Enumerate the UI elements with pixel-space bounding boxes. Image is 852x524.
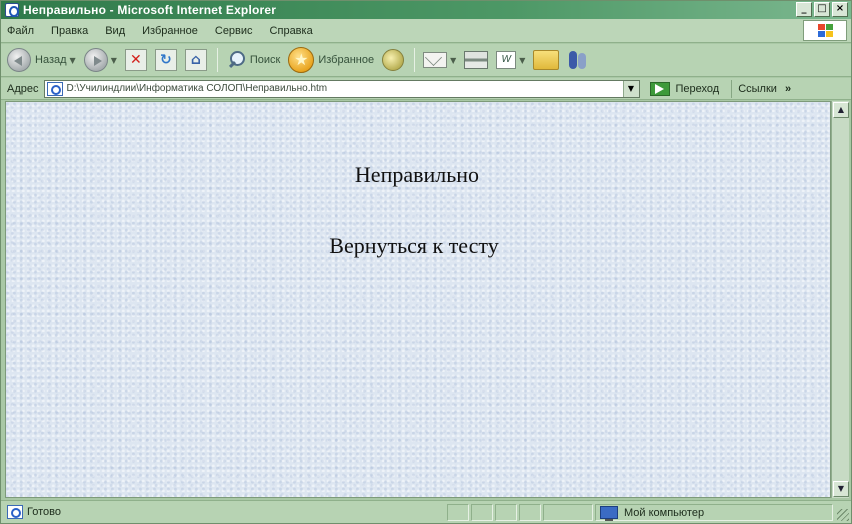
back-to-test-link[interactable]: Вернуться к тесту <box>329 233 498 258</box>
print-button[interactable] <box>464 51 489 69</box>
page-heading: Неправильно <box>354 162 480 187</box>
menu-view[interactable]: Вид <box>105 25 125 37</box>
search-button[interactable]: Поиск <box>226 50 280 70</box>
go-arrow-icon <box>649 81 670 96</box>
menu-file[interactable]: Файл <box>7 25 34 37</box>
page-status-icon <box>7 505 23 519</box>
go-button[interactable]: Переход <box>649 81 720 96</box>
stop-button[interactable]: ✕ <box>124 49 147 71</box>
status-panel <box>495 504 517 521</box>
search-icon <box>226 50 246 70</box>
address-separator <box>731 79 733 98</box>
forward-button[interactable]: ▼ <box>83 48 117 72</box>
close-button[interactable]: × <box>832 2 848 17</box>
security-zone: Мой компьютер <box>595 504 833 521</box>
toolbar-separator <box>414 48 416 72</box>
menu-bar: Файл Правка Вид Избранное Сервис Справка <box>1 19 851 43</box>
refresh-icon: ↻ <box>154 49 177 71</box>
status-panel <box>543 504 593 521</box>
status-panel <box>519 504 541 521</box>
minimize-button[interactable]: _ <box>796 2 812 17</box>
back-to-test-container: Вернуться к тесту <box>1 233 827 259</box>
status-panel <box>471 504 493 521</box>
stop-icon: ✕ <box>124 49 147 71</box>
scroll-up-icon[interactable]: ▲ <box>833 102 849 118</box>
home-icon: ⌂ <box>184 49 207 71</box>
links-chevron-icon[interactable]: » <box>785 83 791 95</box>
status-panel <box>447 504 469 521</box>
edit-icon: W <box>496 51 517 69</box>
menu-tools[interactable]: Сервис <box>215 25 253 37</box>
refresh-button[interactable]: ↻ <box>154 49 177 71</box>
windows-logo <box>803 20 847 41</box>
back-arrow-icon <box>7 48 31 72</box>
printer-icon <box>464 51 489 69</box>
favorites-star-icon: ★ <box>288 47 315 73</box>
standard-toolbar: Назад ▼ ▼ ✕ ↻ ⌂ Поиск ★ Избранное ▼ W ▼ <box>1 44 851 77</box>
my-computer-icon <box>600 506 618 521</box>
ie-icon[interactable] <box>5 3 19 17</box>
media-button[interactable] <box>382 49 405 71</box>
maximize-button[interactable]: □ <box>814 2 830 17</box>
messenger-icon <box>567 49 589 71</box>
links-button[interactable]: Ссылки <box>738 83 777 95</box>
page-content: Неправильно Вернуться к тесту <box>5 101 831 498</box>
back-button[interactable]: Назад ▼ <box>7 48 76 72</box>
address-bar: Адрес D:\Училиндлии\Информатика СОЛОП\Не… <box>1 78 851 100</box>
favorites-label: Избранное <box>318 54 375 66</box>
media-icon <box>382 49 405 71</box>
address-url[interactable]: D:\Училиндлии\Информатика СОЛОП\Неправил… <box>67 83 328 94</box>
messenger-button[interactable] <box>567 49 589 71</box>
scroll-down-icon[interactable]: ▼ <box>833 481 849 497</box>
menu-help[interactable]: Справка <box>270 25 313 37</box>
browser-window: Неправильно - Microsoft Internet Explore… <box>0 0 852 524</box>
back-label: Назад <box>35 54 67 66</box>
page-icon <box>46 81 63 96</box>
mail-dropdown-icon[interactable]: ▼ <box>450 56 456 65</box>
go-label: Переход <box>675 82 720 95</box>
windows-flag-icon <box>818 24 834 38</box>
menu-edit[interactable]: Правка <box>51 25 88 37</box>
mail-button[interactable]: ▼ <box>423 52 456 68</box>
favorites-button[interactable]: ★ Избранное <box>288 47 374 73</box>
edit-button[interactable]: W ▼ <box>496 51 525 69</box>
forward-dropdown-icon[interactable]: ▼ <box>111 56 117 65</box>
title-bar[interactable]: Неправильно - Microsoft Internet Explore… <box>1 1 851 19</box>
back-dropdown-icon[interactable]: ▼ <box>70 56 76 65</box>
window-title: Неправильно - Microsoft Internet Explore… <box>23 3 277 17</box>
edit-dropdown-icon[interactable]: ▼ <box>519 56 525 65</box>
zone-text: Мой компьютер <box>624 506 705 519</box>
mail-icon <box>423 52 448 68</box>
menu-favorites[interactable]: Избранное <box>142 25 198 37</box>
resize-grip-icon[interactable] <box>837 509 849 521</box>
search-label: Поиск <box>249 54 281 66</box>
address-input[interactable]: D:\Училиндлии\Информатика СОЛОП\Неправил… <box>43 79 640 98</box>
status-text: Готово <box>27 506 61 518</box>
folder-icon <box>533 50 560 70</box>
folder-button[interactable] <box>533 50 560 70</box>
toolbar-separator <box>216 48 218 72</box>
window-controls: _ □ × <box>796 2 848 17</box>
home-button[interactable]: ⌂ <box>184 49 207 71</box>
status-bar: Готово Мой компьютер <box>1 500 851 523</box>
vertical-scrollbar[interactable]: ▲ ▼ <box>831 101 849 498</box>
address-dropdown-icon[interactable]: ▼ <box>622 80 639 97</box>
address-label: Адрес <box>7 82 39 95</box>
forward-arrow-icon <box>83 48 108 72</box>
